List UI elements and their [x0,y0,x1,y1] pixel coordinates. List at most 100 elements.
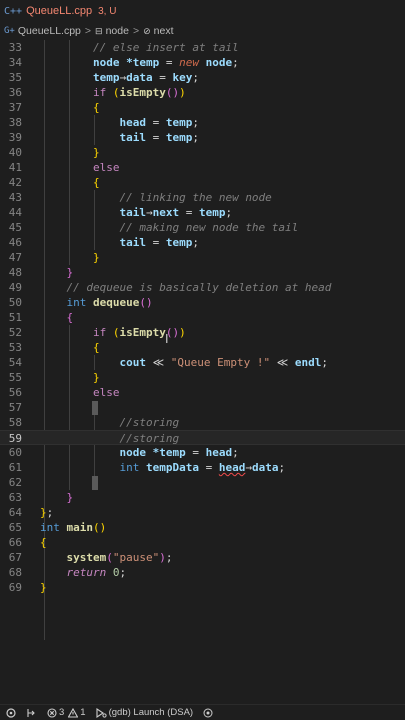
code-line[interactable]: 41 else [0,160,405,175]
line-number: 39 [8,131,22,144]
line-number: 50 [8,296,22,309]
code-line[interactable]: 44 tail→next = temp; [0,205,405,220]
code-line[interactable]: 33 // else insert at tail [0,40,405,55]
code-text: if (isEmpty()) [92,86,186,99]
line-number: 53 [8,341,22,354]
code-line[interactable]: 67 system("pause"); [0,550,405,565]
code-text: tail = temp; [119,131,199,144]
breadcrumb: G+ QueueLL.cpp > ⊟ node > ⊘ next [0,22,405,40]
code-text: // else insert at tail [92,41,239,54]
code-text: tail = temp; [119,236,199,249]
code-line[interactable]: 66 { [0,535,405,550]
remote-button[interactable] [6,707,16,718]
code-line[interactable]: 51 { [0,310,405,325]
code-line[interactable]: 58 //storing [0,415,405,430]
code-text: } [40,581,47,594]
code-text: int dequeue() [66,296,153,309]
code-text: } [66,491,74,504]
debug-launch-button[interactable]: (gdb) Launch (DSA) [96,707,193,718]
code-text: node *temp = new node; [92,56,239,69]
code-line[interactable]: 37 { [0,100,405,115]
struct-icon: ⊟ [95,25,103,36]
line-number: 43 [8,191,22,204]
code-line[interactable]: 35 temp→data = key; [0,70,405,85]
code-text: int main() [40,521,107,534]
code-line[interactable]: 42 { [0,175,405,190]
line-number: 59 [8,432,22,445]
code-line[interactable]: 61 int tempData = head→data; [0,460,405,475]
tab-status: 3, U [98,5,117,17]
line-number: 37 [8,101,22,114]
code-line[interactable]: 63 } [0,490,405,505]
text-cursor [92,401,98,415]
line-number: 57 [8,401,22,414]
line-number: 52 [8,326,22,339]
code-line[interactable]: 56 else [0,385,405,400]
code-line[interactable]: 62 [0,475,405,490]
code-line[interactable]: 65 int main() [0,520,405,535]
line-number: 56 [8,386,22,399]
code-text: else [92,161,120,174]
code-line[interactable]: 43 // linking the new node [0,190,405,205]
code-line[interactable]: 45 // making new node the tail [0,220,405,235]
line-number: 61 [8,461,22,474]
code-line-active[interactable]: 59 //storing [0,430,405,445]
warning-count: 1 [80,707,86,718]
code-text: //storing [119,432,180,445]
code-line[interactable]: 64}; [0,505,405,520]
code-line[interactable]: 53 { [0,340,405,355]
code-line[interactable]: 55 } [0,370,405,385]
code-line[interactable]: 36 if (isEmpty()) [0,85,405,100]
code-text: }; [40,506,54,519]
code-line[interactable]: 68 return 0; [0,565,405,580]
code-line[interactable]: 54 cout ≪ "Queue Empty !" ≪ endl; [0,355,405,370]
line-number: 33 [8,41,22,54]
line-number: 63 [8,491,22,504]
remote-icon [6,707,16,718]
code-text: tail→next = temp; [119,206,233,219]
field-icon: ⊘ [143,25,151,36]
line-number: 62 [8,476,22,489]
problems-button[interactable]: 3 1 [47,707,86,718]
breadcrumb-class[interactable]: node [106,25,129,37]
code-line[interactable]: 40 } [0,145,405,160]
broadcast-icon [203,708,213,717]
code-text: head = temp; [119,116,199,129]
code-line[interactable]: 47 } [0,250,405,265]
breadcrumb-member[interactable]: next [154,25,174,37]
code-text: system("pause"); [66,551,173,564]
code-text: } [92,146,100,159]
code-line[interactable]: 48 } [0,265,405,280]
breadcrumb-separator: > [84,25,92,37]
line-number: 65 [8,521,22,534]
tab-filename: QueueLL.cpp [26,5,93,17]
breadcrumb-file[interactable]: QueueLL.cpp [18,25,81,37]
code-text: { [92,341,100,354]
code-line[interactable]: 39 tail = temp; [0,130,405,145]
code-line[interactable]: 49 // dequeue is basically deletion at h… [0,280,405,295]
code-editor[interactable]: 33 // else insert at tail 34 node *temp … [0,40,405,700]
line-number: 64 [8,506,22,519]
code-text: temp→data = key; [92,71,199,84]
code-line[interactable]: 50 int dequeue() [0,295,405,310]
code-text: int tempData = head→data; [119,461,286,474]
code-line[interactable]: 46 tail = temp; [0,235,405,250]
code-line[interactable]: 52 if (isEmpty()) [0,325,405,340]
status-bar: 3 1 (gdb) Launch (DSA) [0,704,405,720]
code-text: else [92,386,120,399]
cpp-file-icon: C++ [4,5,23,17]
tab-bar: C++ QueueLL.cpp 3, U [0,0,405,22]
line-number: 67 [8,551,22,564]
code-line[interactable]: 60 node *temp = head; [0,445,405,460]
code-line[interactable]: 57 [0,400,405,415]
tab-queuell[interactable]: C++ QueueLL.cpp 3, U [4,5,116,17]
line-number: 58 [8,416,22,429]
live-share-button[interactable] [203,708,213,718]
warning-icon [68,707,79,718]
code-line[interactable]: 38 head = temp; [0,115,405,130]
code-line[interactable]: 34 node *temp = new node; [0,55,405,70]
line-number: 66 [8,536,22,549]
source-control-button[interactable] [26,708,37,718]
code-text: // linking the new node [119,191,272,204]
code-line[interactable]: 69} [0,580,405,595]
